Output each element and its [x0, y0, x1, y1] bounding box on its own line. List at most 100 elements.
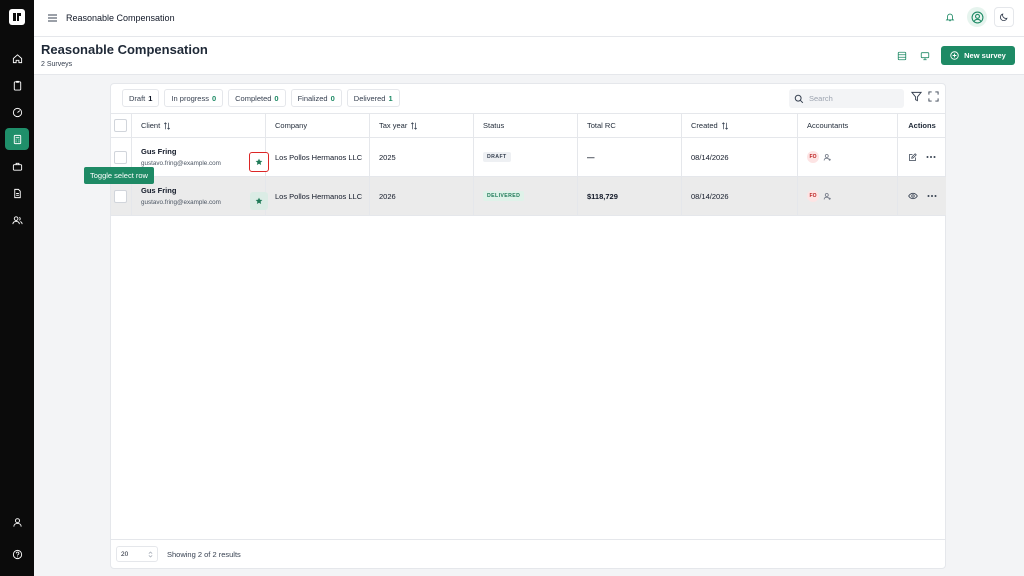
column-created[interactable]: Created [682, 114, 798, 137]
more-options-icon[interactable] [927, 194, 937, 198]
tax-year: 2025 [379, 152, 396, 162]
created-cell: 08/14/2026 [682, 138, 798, 176]
column-company: Company [266, 114, 370, 137]
client-name: Gus Fring [141, 186, 177, 195]
client-email: gustavo.fring@example.com [141, 160, 221, 167]
filter-icon[interactable] [911, 91, 922, 102]
tax-year: 2026 [379, 191, 396, 201]
star-icon [255, 197, 263, 205]
company-cell: Los Pollos Hermanos LLC [266, 177, 370, 215]
filter-delivered[interactable]: Delivered 1 [346, 89, 400, 107]
column-client[interactable]: Client [132, 114, 266, 137]
select-all-checkbox[interactable] [114, 119, 127, 132]
column-accountants: Accountants [798, 114, 898, 137]
presentation-button[interactable] [918, 49, 932, 63]
filter-label: Delivered [353, 93, 386, 103]
more-options-icon[interactable] [926, 155, 936, 159]
search-icon [794, 94, 804, 104]
nav-profile[interactable] [5, 511, 29, 533]
status-cell: DELIVERED [474, 177, 578, 215]
total-rc-cell: $118,729 [578, 177, 682, 215]
status-filters: Draft 1 In progress 0 Completed 0 Finali… [122, 89, 400, 107]
clipboard-icon [12, 80, 23, 91]
company-name: Los Pollos Hermanos LLC [275, 152, 363, 162]
file-text-icon [12, 188, 23, 199]
page-title: Reasonable Compensation [41, 42, 208, 57]
column-tax-year[interactable]: Tax year [370, 114, 474, 137]
column-label: Total RC [587, 121, 616, 130]
client-email: gustavo.fring@example.com [141, 199, 221, 206]
table-row[interactable]: Gus Fring gustavo.fring@example.com Los … [111, 177, 946, 216]
column-label: Status [483, 121, 505, 130]
column-total-rc: Total RC [578, 114, 682, 137]
filter-in-progress[interactable]: In progress 0 [164, 89, 224, 107]
created-date: 08/14/2026 [691, 191, 729, 201]
nav-dashboard[interactable] [5, 101, 29, 123]
topbar: Reasonable Compensation [34, 0, 1024, 37]
users-icon [11, 215, 23, 226]
table-header: Client Company Tax year Status Total RC … [111, 113, 946, 138]
nav-reports[interactable] [5, 182, 29, 204]
table-row[interactable]: Gus Fring gustavo.fring@example.com Los … [111, 138, 946, 177]
app-logo[interactable] [9, 9, 25, 25]
column-label: Client [141, 121, 161, 130]
surveys-card: Draft 1 In progress 0 Completed 0 Finali… [110, 83, 946, 569]
created-cell: 08/14/2026 [682, 177, 798, 215]
nav-documents[interactable] [5, 74, 29, 96]
row-checkbox[interactable] [114, 150, 127, 164]
hamburger-icon [47, 14, 57, 22]
filter-count: 1 [388, 93, 393, 103]
user-menu-button[interactable] [967, 7, 987, 27]
menu-button[interactable] [46, 12, 58, 24]
total-rc: $118,729 [587, 191, 618, 201]
filter-completed[interactable]: Completed 0 [228, 89, 286, 107]
chevron-updown-icon [148, 551, 153, 558]
column-actions: Actions [898, 114, 946, 137]
page-header: Reasonable Compensation 2 Surveys New su… [34, 37, 1024, 75]
results-count: Showing 2 of 2 results [167, 549, 241, 559]
avatar: FO [807, 190, 819, 202]
page-size-select[interactable]: 20 [116, 546, 158, 562]
search-input[interactable] [809, 94, 897, 103]
nav-surveys[interactable] [5, 128, 29, 150]
accountants-cell: FO [798, 177, 898, 215]
status-badge: DRAFT [483, 152, 511, 162]
row-checkbox[interactable] [114, 189, 127, 203]
eye-icon[interactable] [907, 192, 918, 200]
theme-toggle[interactable] [994, 7, 1014, 27]
filter-draft[interactable]: Draft 1 [122, 89, 160, 107]
plus-circle-icon [950, 51, 959, 60]
user-circle-icon [971, 11, 984, 24]
notifications-button[interactable] [940, 7, 960, 27]
nav-briefcase[interactable] [5, 155, 29, 177]
filter-count: 0 [211, 93, 217, 103]
table-view-button[interactable] [895, 49, 909, 63]
user-plus-icon[interactable] [823, 153, 832, 162]
filter-count: 0 [330, 93, 335, 103]
user-plus-icon[interactable] [823, 192, 832, 201]
actions-cell [898, 138, 946, 176]
edit-icon[interactable] [908, 152, 917, 162]
created-date: 08/14/2026 [691, 152, 729, 162]
toggle-select-tooltip: Toggle select row [84, 167, 154, 184]
status-badge: DELIVERED [483, 191, 525, 201]
monitor-icon [920, 51, 930, 61]
bell-icon [945, 12, 955, 22]
filter-finalized[interactable]: Finalized 0 [290, 89, 342, 107]
tax-year-cell: 2025 [370, 138, 474, 176]
sidebar [0, 0, 34, 576]
accountants-cell: FO [798, 138, 898, 176]
nav-users[interactable] [5, 209, 29, 231]
nav-home[interactable] [5, 47, 29, 69]
fullscreen-icon[interactable] [928, 91, 939, 102]
nav-help[interactable] [5, 543, 29, 565]
column-status: Status [474, 114, 578, 137]
new-survey-button[interactable]: New survey [941, 46, 1015, 65]
avatar: FO [807, 151, 819, 163]
header-select-cell [111, 114, 132, 137]
sort-icon [721, 121, 729, 130]
column-label: Company [275, 121, 308, 130]
briefcase-icon [12, 161, 23, 172]
new-survey-label: New survey [964, 51, 1006, 60]
page-size-value: 20 [121, 550, 129, 558]
